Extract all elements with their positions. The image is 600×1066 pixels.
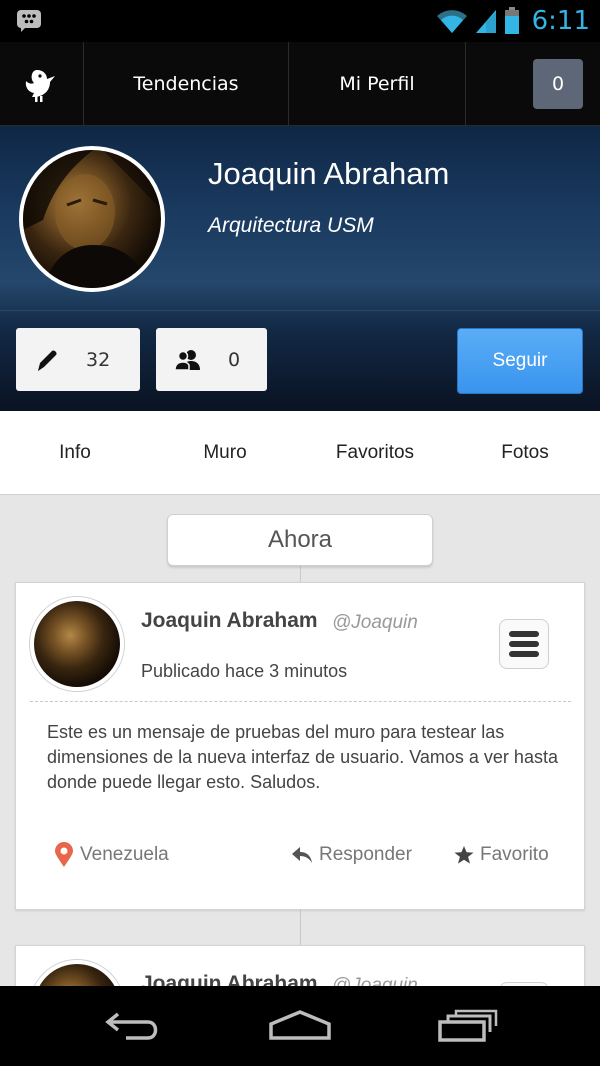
bird-icon xyxy=(25,70,55,102)
favorite-label: Favorito xyxy=(480,844,549,865)
post-card: Joaquin Abraham @Joaquin Publicado hace … xyxy=(15,582,585,910)
profile-avatar[interactable] xyxy=(19,146,165,292)
post-menu-button[interactable] xyxy=(499,619,549,669)
home-logo-button[interactable] xyxy=(0,42,84,126)
posts-count-button[interactable]: 32 xyxy=(16,328,140,391)
recent-apps-icon[interactable] xyxy=(438,1008,500,1042)
post-timestamp: Publicado hace 3 minutos xyxy=(141,661,348,681)
post-location-label: Venezuela xyxy=(80,844,169,865)
post-body: Este es un mensaje de pruebas del muro p… xyxy=(47,722,558,792)
timeline-connector xyxy=(300,910,301,945)
profile-header: Joaquin Abraham Arquitectura USM 32 0 Se… xyxy=(0,126,600,411)
menu-icon xyxy=(509,631,539,657)
bbm-icon xyxy=(17,10,41,32)
post-avatar[interactable] xyxy=(30,597,124,691)
back-icon[interactable] xyxy=(104,1008,162,1042)
tab-fotos[interactable]: Fotos xyxy=(450,411,600,495)
avatar-photo-icon xyxy=(23,150,161,288)
post-author[interactable]: Joaquin Abraham xyxy=(141,609,318,633)
post-location[interactable]: Venezuela xyxy=(54,835,169,875)
timeline-time-label: Ahora xyxy=(167,514,433,566)
users-icon xyxy=(174,349,200,371)
tab-info[interactable]: Info xyxy=(0,411,150,495)
post-handle[interactable]: @Joaquin xyxy=(332,612,418,634)
notification-count-button[interactable]: 0 xyxy=(533,59,583,109)
timeline-connector xyxy=(300,566,301,582)
home-icon[interactable] xyxy=(268,1008,332,1042)
post-divider xyxy=(30,701,571,702)
profile-name: Joaquin Abraham xyxy=(208,156,450,191)
system-nav-bar xyxy=(0,986,600,1066)
action-bar: Tendencias Mi Perfil 0 xyxy=(0,42,600,126)
favorite-button[interactable]: Favorito xyxy=(454,835,549,875)
followers-count-button[interactable]: 0 xyxy=(156,328,267,391)
posts-count: 32 xyxy=(86,348,111,371)
profile-tabs: Info Muro Favoritos Fotos xyxy=(0,411,600,495)
battery-icon xyxy=(504,7,519,34)
tab-muro[interactable]: Muro xyxy=(150,411,300,495)
follow-button[interactable]: Seguir xyxy=(457,328,583,394)
followers-count: 0 xyxy=(228,348,241,371)
status-bar: 6:11 xyxy=(0,0,600,42)
wifi-icon xyxy=(436,10,467,34)
signal-icon xyxy=(475,10,496,33)
tab-favoritos[interactable]: Favoritos xyxy=(300,411,450,495)
reply-icon xyxy=(292,847,312,863)
reply-button[interactable]: Responder xyxy=(291,835,412,875)
location-pin-icon xyxy=(55,842,73,867)
status-time: 6:11 xyxy=(531,6,590,36)
pencil-icon xyxy=(38,349,57,371)
tab-mi-perfil[interactable]: Mi Perfil xyxy=(289,42,466,126)
profile-subtitle: Arquitectura USM xyxy=(208,214,374,237)
post-actions: Venezuela Responder Favorito xyxy=(16,835,584,875)
reply-label: Responder xyxy=(319,844,412,865)
star-icon xyxy=(454,846,474,864)
tab-tendencias[interactable]: Tendencias xyxy=(84,42,289,126)
